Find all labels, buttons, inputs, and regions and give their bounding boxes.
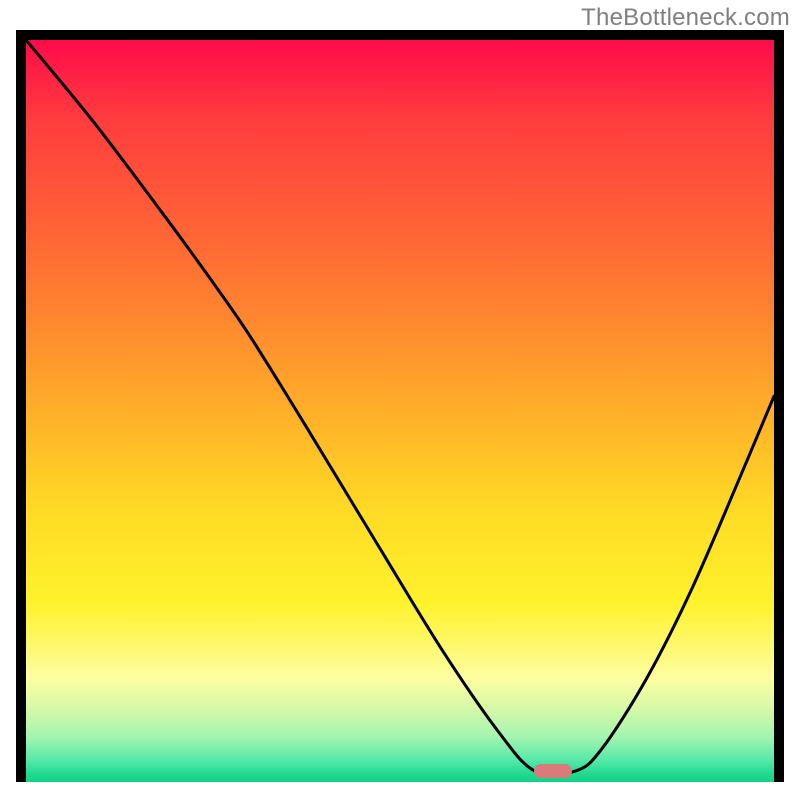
chart-container: TheBottleneck.com: [0, 0, 800, 800]
watermark-text: TheBottleneck.com: [581, 4, 790, 32]
optimum-marker: [534, 764, 572, 778]
plot-area: [26, 40, 774, 782]
bottleneck-curve-path: [26, 40, 774, 775]
plot-frame: [16, 30, 784, 782]
curve-svg: [26, 40, 774, 782]
